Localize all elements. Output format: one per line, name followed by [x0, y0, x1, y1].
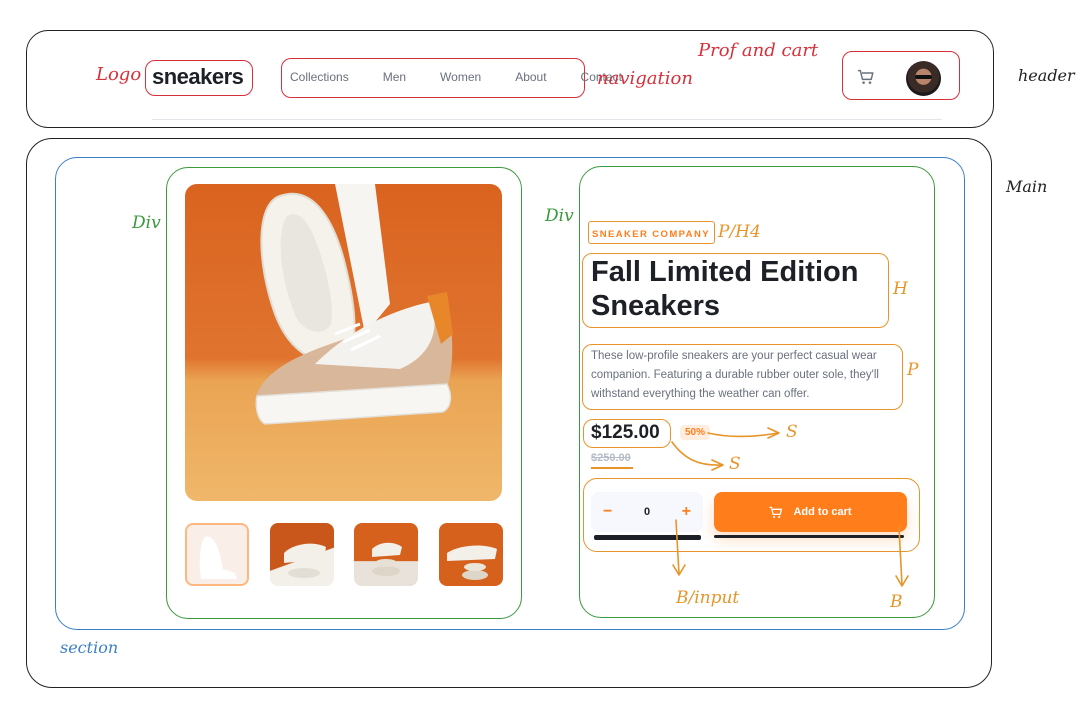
arrow-to-b	[898, 526, 903, 586]
arrow-to-b-input	[675, 519, 680, 575]
arrow-to-s-discount	[707, 432, 779, 438]
annotation-arrows	[671, 427, 909, 587]
